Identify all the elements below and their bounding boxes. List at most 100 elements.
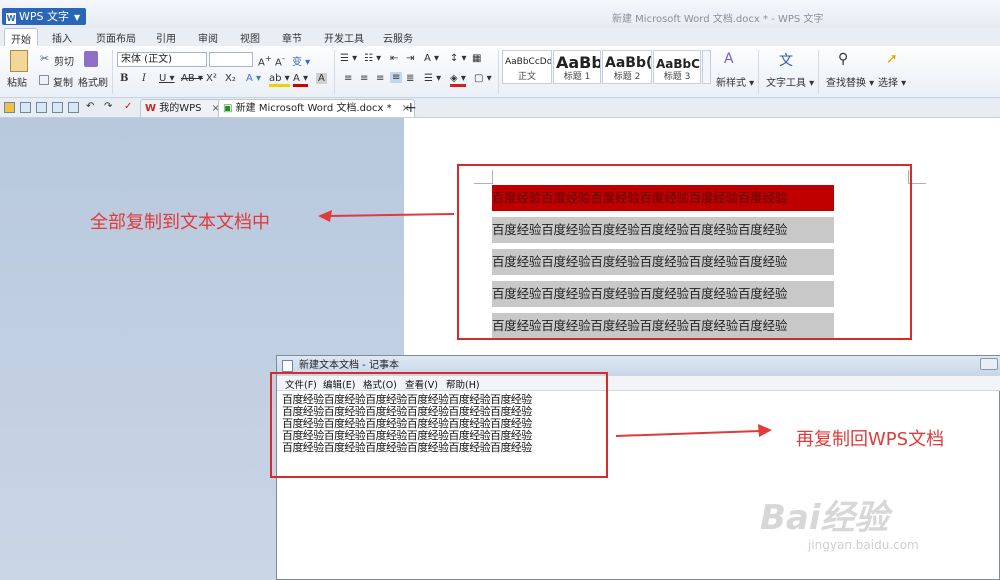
numbering-icon[interactable]: ☷ ▾ [364,53,381,64]
underline-icon[interactable]: U ▾ [159,73,175,84]
chinese-layout-icon[interactable]: A ▾ [424,53,439,64]
window-title: 新建 Microsoft Word 文档.docx * - WPS 文字 [612,14,824,25]
indent-icon[interactable]: ⇥ [406,53,414,64]
align-center-icon[interactable]: ≡ [360,73,368,84]
print-icon[interactable] [52,102,63,113]
text-tools-icon: 文 [779,53,793,69]
save-icon[interactable] [20,102,31,113]
copy-button[interactable]: 复制 [53,74,73,89]
tab-developer[interactable]: 开发工具 [324,30,364,45]
bullets-icon[interactable]: ☰ ▾ [340,53,357,64]
format-painter-button[interactable]: 格式刷 [78,74,108,89]
ribbon-separator [498,50,499,94]
ribbon: 粘贴 ✂ 剪切 复制 格式刷 宋体 (正文) A+ A- 变 ▾ B I U ▾… [0,46,1000,98]
style-heading-1[interactable]: AaBb 标题 1 [553,50,601,84]
find-replace-button[interactable]: 查找替换 ▾ [826,74,874,89]
shading-icon[interactable]: ◈ ▾ [450,73,466,87]
text-tools-button[interactable]: 文字工具 ▾ [766,74,814,89]
new-style-icon: A [724,51,734,67]
style-heading-2[interactable]: AaBb( 标题 2 [602,50,652,84]
justify-icon[interactable]: ≡ [390,72,403,83]
distributed-icon[interactable]: ≣ [406,73,414,84]
title-bar [0,0,1000,28]
ribbon-separator [112,50,113,94]
notepad-window-button[interactable] [980,358,998,370]
cut-button[interactable]: 剪切 [54,53,74,68]
quick-access-bar: ↶ ↷ ✓ W 我的WPS × ▣ 新建 Microsoft Word 文档.do… [0,98,1000,118]
style-gallery-scroll[interactable] [702,50,711,84]
ribbon-separator [818,50,819,94]
doc-tab-label: 我的WPS [159,103,202,114]
notepad-icon [282,360,293,372]
superscript-icon[interactable]: X² [206,73,217,84]
binoculars-icon: ⚲ [838,51,849,67]
paste-button[interactable]: 粘贴 [7,74,27,89]
tab-start[interactable]: 开始 [4,28,38,46]
font-color-icon[interactable]: A ▾ [293,73,309,87]
chevron-down-icon: ▼ [74,13,81,22]
tab-page-layout[interactable]: 页面布局 [96,30,136,45]
ribbon-separator [758,50,759,94]
strikethrough-icon[interactable]: AB ▾ [181,73,203,84]
doc-tab-active[interactable]: ▣ 新建 Microsoft Word 文档.docx * × [218,99,416,117]
phonetic-icon[interactable]: 变 ▾ [292,53,310,68]
scissors-icon: ✂ [40,52,50,65]
outdent-icon[interactable]: ⇤ [390,53,398,64]
align-left-icon[interactable]: ≡ [344,73,352,84]
highlight-icon[interactable]: ab ▾ [269,73,290,87]
border-icon[interactable]: ▢ ▾ [474,73,492,84]
subscript-icon[interactable]: X₂ [225,73,236,84]
style-normal[interactable]: AaBbCcDd 正文 [502,50,552,84]
export-pdf-icon[interactable] [36,102,47,113]
new-style-button[interactable]: 新样式 ▾ [716,74,754,89]
checkmark-icon[interactable]: ✓ [124,101,132,112]
redo-icon[interactable]: ↷ [104,101,112,112]
doc-tab-label: 新建 Microsoft Word 文档.docx * [235,103,392,114]
char-shading-icon[interactable]: A [316,73,327,84]
format-painter-icon [84,51,98,67]
style-label: 标题 3 [663,72,691,82]
tab-review[interactable]: 审阅 [198,30,218,45]
highlight-box-document [457,164,912,340]
tab-sections[interactable]: 章节 [282,30,302,45]
style-heading-3[interactable]: AaBbC 标题 3 [653,50,701,84]
tab-cloud[interactable]: 云服务 [383,30,413,45]
select-label: 选择 [878,78,898,89]
wps-app-menu-button[interactable]: W WPS 文字 ▼ [2,8,86,25]
undo-icon[interactable]: ↶ [86,101,94,112]
text-tools-label: 文字工具 [766,78,806,89]
open-folder-icon[interactable] [4,102,15,113]
new-style-label: 新样式 [716,78,746,89]
wps-logo-icon: W [6,13,16,24]
paste-icon [10,50,28,72]
tab-insert[interactable]: 插入 [52,30,72,45]
document-icon: ▣ [223,103,233,114]
ribbon-tab-bar: 开始 插入 页面布局 引用 审阅 视图 章节 开发工具 云服务 [0,28,1000,46]
copy-icon [39,75,49,85]
doc-tab-my-wps[interactable]: W 我的WPS × [140,99,225,117]
style-sample: AaBbCcDd [505,57,552,67]
text-effect-icon[interactable]: A ▾ [246,73,261,84]
sort-icon[interactable]: ↕ ▾ [450,53,467,64]
wps-logo-icon: W [145,103,157,114]
table-border-icon[interactable]: ▦ [472,53,481,64]
font-name-select[interactable]: 宋体 (正文) [117,52,207,67]
app-menu-label: WPS 文字 [19,10,69,23]
highlight-box-notepad [270,372,608,478]
select-button[interactable]: 选择 ▾ [878,74,906,89]
font-size-select[interactable] [209,52,253,67]
bold-icon[interactable]: B [120,73,128,84]
new-tab-plus-icon[interactable]: + [405,100,417,116]
style-label: 正文 [517,72,536,82]
grow-font-icon[interactable]: A+ A- [258,53,285,68]
arrow-left-icon [318,210,455,222]
line-spacing-icon[interactable]: ☰ ▾ [424,73,441,84]
arrow-right-icon [615,424,772,437]
annotation-copy-back-to-wps: 再复制回WPS文档 [796,429,945,450]
italic-icon[interactable]: I [142,73,146,84]
align-right-icon[interactable]: ≡ [376,73,384,84]
tab-view[interactable]: 视图 [240,30,260,45]
print-preview-icon[interactable] [68,102,79,113]
annotation-copy-to-notepad: 全部复制到文本文档中 [90,212,270,233]
tab-references[interactable]: 引用 [156,30,176,45]
